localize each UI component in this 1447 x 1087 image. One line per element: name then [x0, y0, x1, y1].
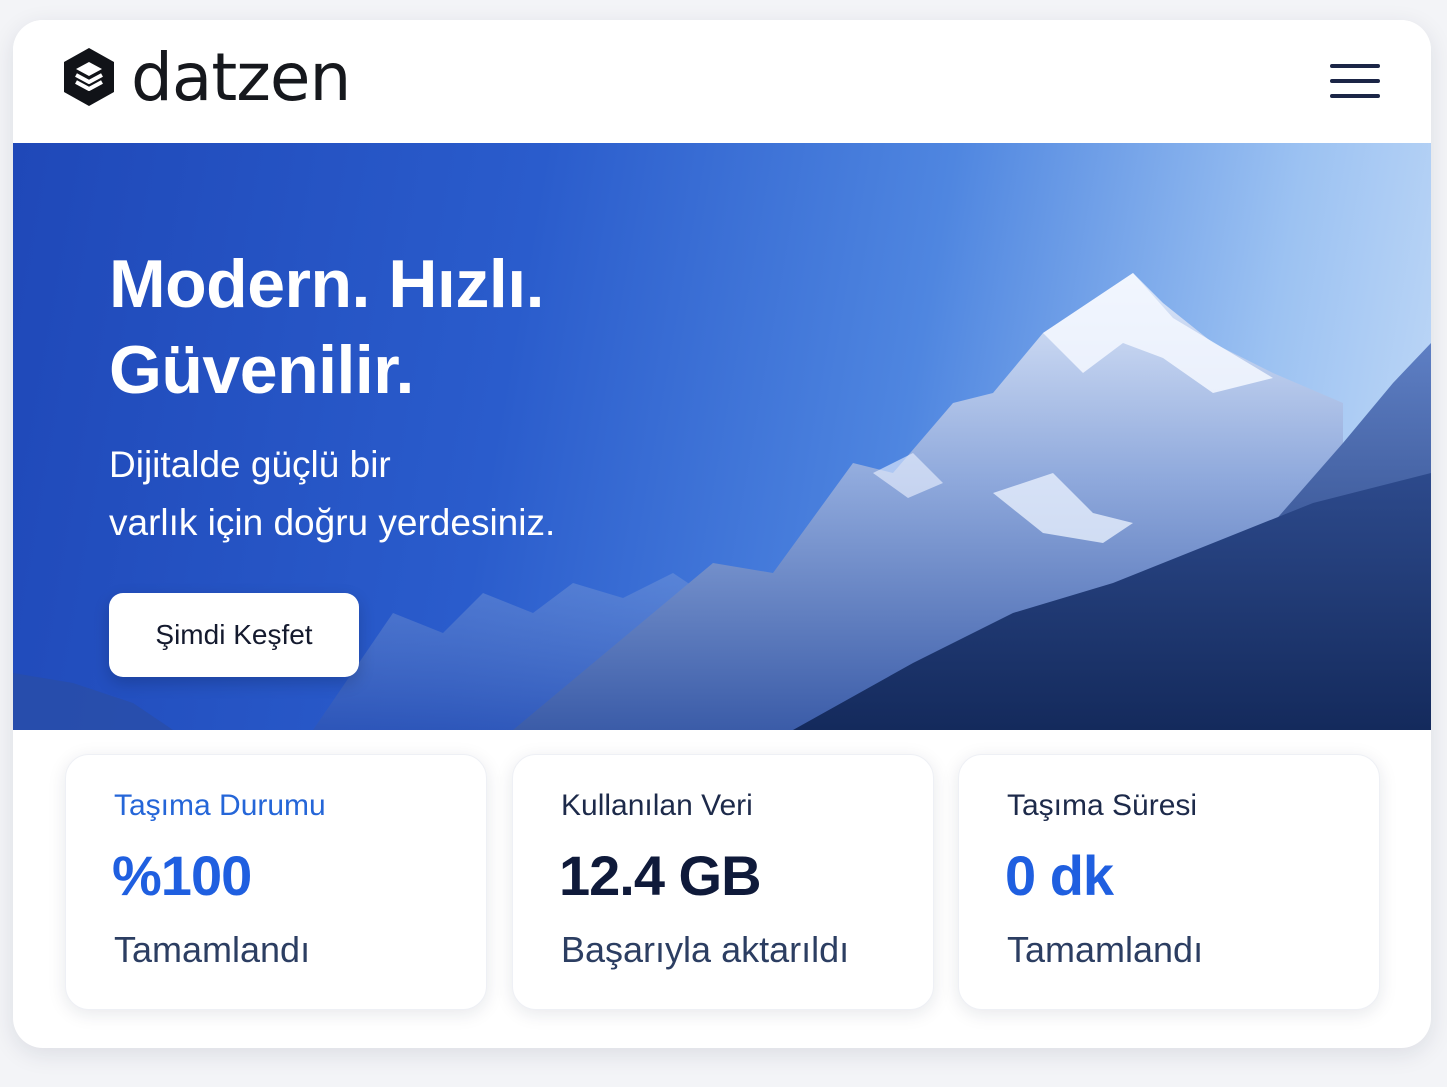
stat-label: Kullanılan Veri [561, 789, 753, 822]
hero-title-line: Güvenilir. [109, 332, 414, 408]
app-frame: datzen Modern. Hızlı. Güvenilir. Dijital… [13, 20, 1431, 1048]
stat-value: 0 dk [1005, 844, 1114, 907]
site-header: datzen [13, 20, 1431, 143]
stat-note: Tamamlandı [1007, 929, 1204, 970]
stat-label: Taşıma Süresi [1007, 789, 1198, 822]
stat-card-migration-time: Taşıma Süresi 0 dk Tamamlandı [958, 754, 1380, 1010]
hero-subtitle-line: Dijitalde güçlü bir [109, 444, 391, 485]
hero-subtitle: Dijitalde güçlü bir varlık için doğru ye… [109, 436, 555, 552]
stat-label: Taşıma Durumu [114, 789, 326, 822]
hero-banner: Modern. Hızlı. Güvenilir. Dijitalde güçl… [13, 143, 1431, 730]
hero-title-line: Modern. Hızlı. [109, 246, 545, 322]
brand-name[interactable]: datzen [131, 38, 351, 118]
hero-title: Modern. Hızlı. Güvenilir. [109, 241, 545, 413]
hamburger-menu-icon [1330, 64, 1380, 68]
stat-card-data-used: Kullanılan Veri 12.4 GB Başarıyla aktarı… [512, 754, 934, 1010]
layers-hexagon-icon[interactable] [61, 46, 117, 108]
hero-subtitle-line: varlık için doğru yerdesiniz. [109, 502, 556, 543]
stat-value: %100 [112, 844, 252, 907]
explore-now-button[interactable]: Şimdi Keşfet [109, 593, 359, 677]
stat-note: Başarıyla aktarıldı [561, 929, 850, 970]
stat-card-migration-status: Taşıma Durumu %100 Tamamlandı [65, 754, 487, 1010]
stat-note: Tamamlandı [114, 929, 311, 970]
hamburger-menu-button[interactable] [1319, 58, 1381, 104]
stat-value: 12.4 GB [559, 844, 762, 907]
